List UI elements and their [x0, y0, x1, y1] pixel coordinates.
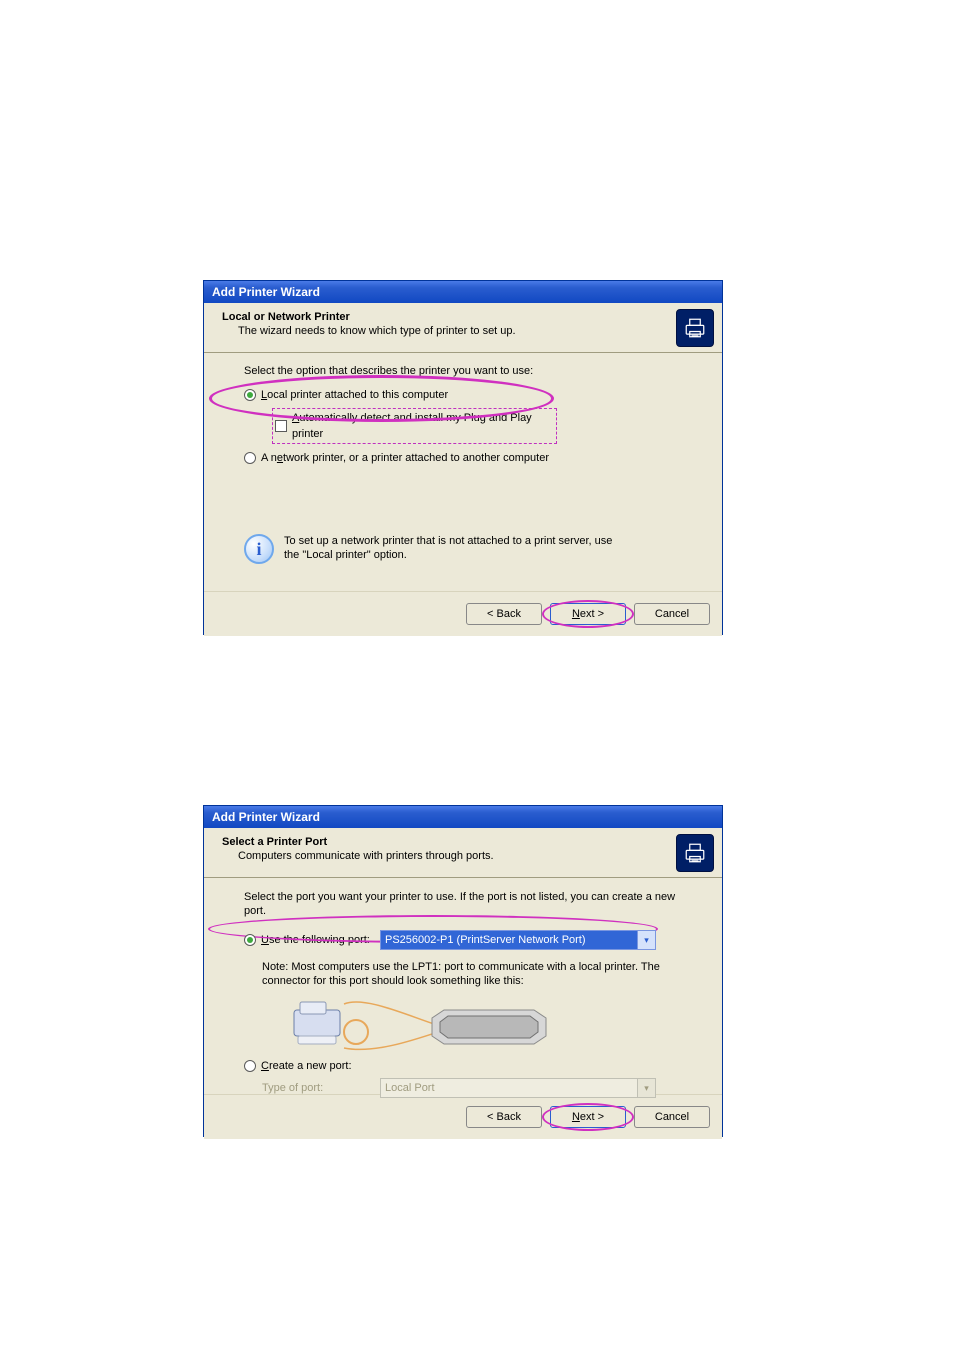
next-button[interactable]: Next >	[550, 603, 626, 625]
radio-icon	[244, 452, 256, 464]
radio-label: Use the following port:	[261, 932, 370, 948]
title-text: Add Printer Wizard	[212, 285, 320, 299]
cancel-button[interactable]: Cancel	[634, 603, 710, 625]
checkbox-auto-detect[interactable]: Automatically detect and install my Plug…	[272, 408, 557, 444]
header-subtitle: The wizard needs to know which type of p…	[238, 325, 712, 337]
radio-network-printer[interactable]: A network printer, or a printer attached…	[244, 450, 692, 466]
opt1-rest: ocal printer attached to this computer	[267, 389, 448, 401]
port-dropdown[interactable]: PS256002-P1 (PrintServer Network Port) ▾	[380, 930, 656, 950]
radio-create-port[interactable]: Create a new port:	[244, 1058, 692, 1074]
wizard-header: Local or Network Printer The wizard need…	[204, 303, 722, 353]
dropdown-value: Local Port	[385, 1082, 435, 1094]
chevron-down-icon: ▾	[637, 931, 655, 949]
titlebar[interactable]: Add Printer Wizard	[204, 806, 722, 828]
wizard-dialog-local-network: Add Printer Wizard Local or Network Prin…	[203, 280, 723, 635]
wizard-body: Select the port you want your printer to…	[204, 878, 722, 1094]
wizard-header: Select a Printer Port Computers communic…	[204, 828, 722, 878]
wizard-dialog-select-port: Add Printer Wizard Select a Printer Port…	[203, 805, 723, 1137]
port-type-dropdown: Local Port ▾	[380, 1078, 656, 1098]
info-text: To set up a network printer that is not …	[284, 534, 624, 562]
checkbox-label: Automatically detect and install my Plug…	[292, 410, 554, 442]
dropdown-value: PS256002-P1 (PrintServer Network Port)	[385, 934, 586, 946]
connector-illustration	[284, 996, 584, 1054]
next-button[interactable]: Next >	[550, 1106, 626, 1128]
titlebar[interactable]: Add Printer Wizard	[204, 281, 722, 303]
radio-local-printer[interactable]: Local printer attached to this computer	[244, 387, 692, 403]
header-title: Local or Network Printer	[222, 311, 712, 323]
button-row: < Back Next > Cancel	[204, 591, 722, 636]
note-text: Note: Most computers use the LPT1: port …	[262, 960, 672, 988]
port-row: Use the following port: PS256002-P1 (Pri…	[244, 930, 692, 950]
button-row: < Back Next > Cancel	[204, 1094, 722, 1139]
header-title: Select a Printer Port	[222, 836, 712, 848]
cancel-button[interactable]: Cancel	[634, 1106, 710, 1128]
radio-label: Local printer attached to this computer	[261, 387, 448, 403]
info-icon: i	[244, 534, 274, 564]
back-button[interactable]: < Back	[466, 1106, 542, 1128]
title-text: Add Printer Wizard	[212, 810, 320, 824]
chevron-down-icon: ▾	[637, 1079, 655, 1097]
header-subtitle: Computers communicate with printers thro…	[238, 850, 712, 862]
wizard-body: Select the option that describes the pri…	[204, 353, 722, 591]
printer-icon	[676, 309, 714, 347]
prompt-text: Select the port you want your printer to…	[244, 890, 684, 918]
printer-icon	[676, 834, 714, 872]
radio-icon	[244, 1060, 256, 1072]
radio-icon	[244, 389, 256, 401]
radio-label: A network printer, or a printer attached…	[261, 450, 549, 466]
port-type-row: Type of port: Local Port ▾	[262, 1078, 692, 1098]
radio-use-port[interactable]: Use the following port:	[244, 932, 380, 948]
type-label: Type of port:	[262, 1082, 380, 1094]
prompt-text: Select the option that describes the pri…	[244, 365, 692, 377]
back-button[interactable]: < Back	[466, 603, 542, 625]
radio-icon	[244, 934, 256, 946]
info-panel: i To set up a network printer that is no…	[244, 534, 692, 564]
checkbox-icon	[275, 420, 287, 432]
radio-label: Create a new port:	[261, 1058, 352, 1074]
